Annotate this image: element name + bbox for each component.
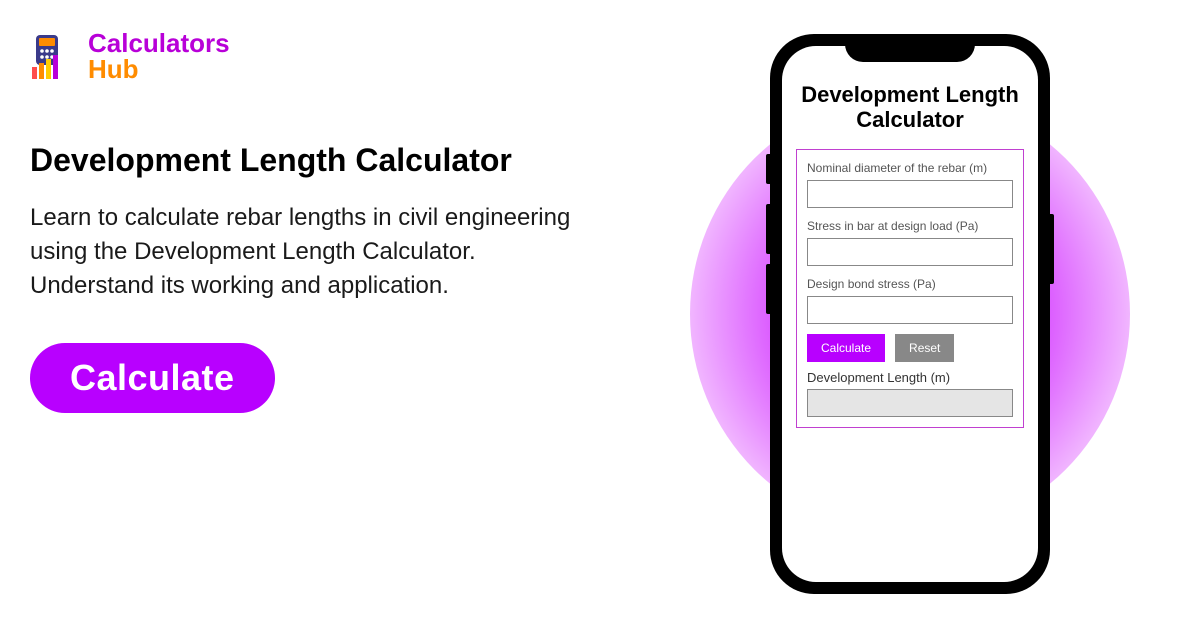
logo-icon: [30, 31, 80, 81]
phone-side-button: [1050, 214, 1054, 284]
calculate-button[interactable]: Calculate: [807, 334, 885, 362]
reset-button[interactable]: Reset: [895, 334, 954, 362]
phone-side-button: [766, 264, 770, 314]
logo: Calculators Hub: [30, 30, 590, 82]
calculate-cta-button[interactable]: Calculate: [30, 343, 275, 413]
stress-input[interactable]: [807, 238, 1013, 266]
logo-text-top: Calculators: [88, 30, 230, 56]
logo-text-bottom: Hub: [88, 56, 230, 82]
phone-side-button: [766, 154, 770, 184]
calculator-form: Nominal diameter of the rebar (m) Stress…: [796, 149, 1024, 429]
phone-side-button: [766, 204, 770, 254]
calculator-title: Development Length Calculator: [796, 82, 1024, 133]
phone-mockup: Development Length Calculator Nominal di…: [770, 34, 1050, 594]
bond-stress-input[interactable]: [807, 296, 1013, 324]
field-label-bond-stress: Design bond stress (Pa): [807, 276, 1013, 292]
field-label-diameter: Nominal diameter of the rebar (m): [807, 160, 1013, 176]
page-title: Development Length Calculator: [30, 142, 590, 179]
page-description: Learn to calculate rebar lengths in civi…: [30, 201, 590, 303]
field-label-stress: Stress in bar at design load (Pa): [807, 218, 1013, 234]
phone-notch: [845, 34, 975, 62]
result-output: [807, 389, 1013, 417]
result-label: Development Length (m): [807, 370, 1013, 385]
diameter-input[interactable]: [807, 180, 1013, 208]
